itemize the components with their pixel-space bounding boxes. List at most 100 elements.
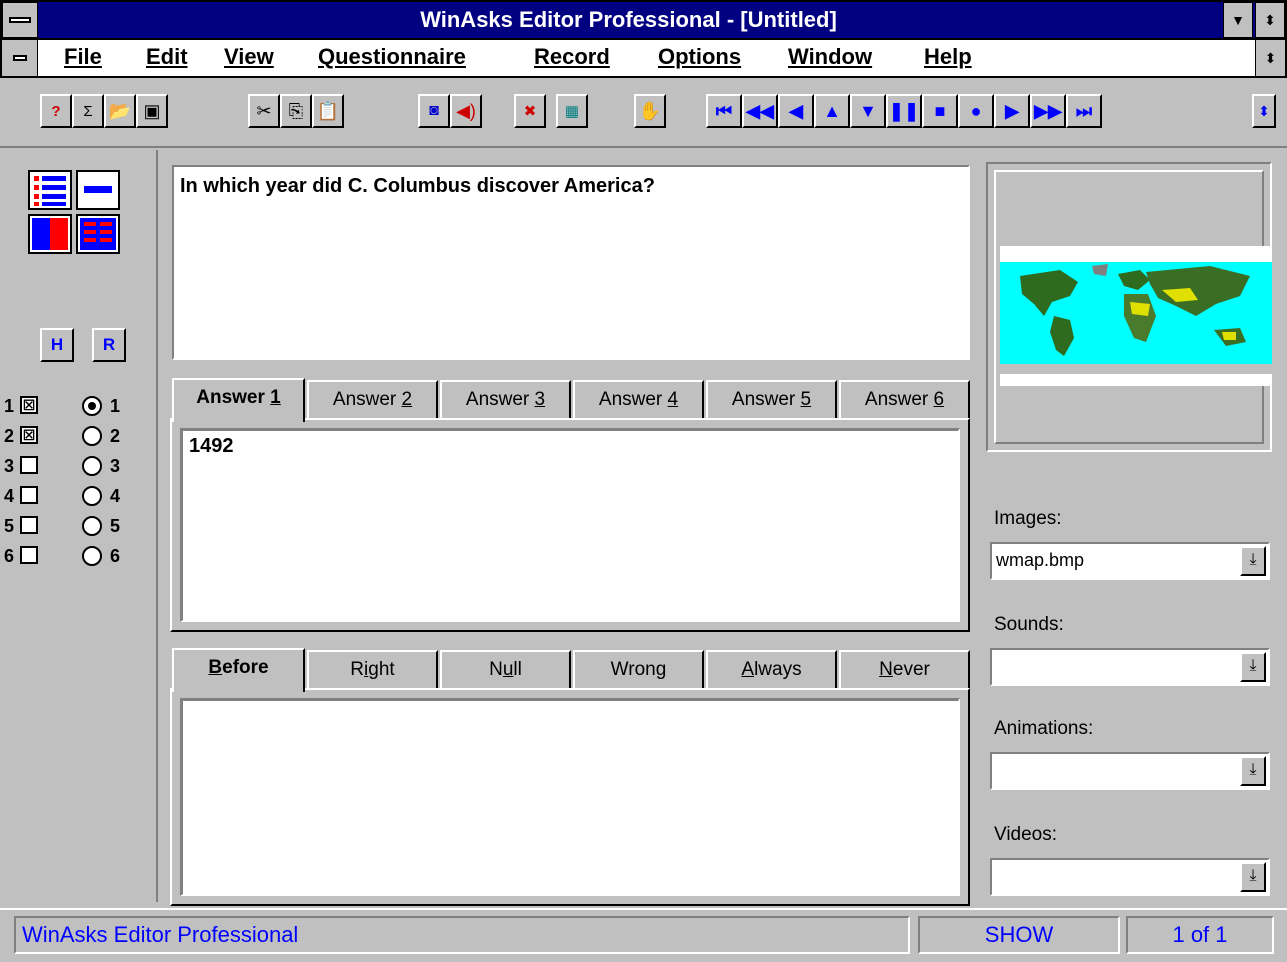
new-question-button[interactable]: ? <box>40 94 72 128</box>
pause-icon: ❚❚ <box>888 100 920 121</box>
rewind-icon: ◀◀ <box>746 100 774 121</box>
option-radio[interactable] <box>82 486 102 506</box>
fast-forward-icon: ▶▶ <box>1034 100 1062 121</box>
hand-button[interactable]: ✋ <box>634 94 666 128</box>
title-bar[interactable]: WinAsks Editor Professional - [Untitled]… <box>0 0 1287 40</box>
option-row: 2 ☒ 2 <box>4 422 144 452</box>
videos-dropdown-button[interactable]: ⤓ <box>1240 862 1266 892</box>
layout-single-button[interactable] <box>76 170 120 210</box>
split-layout-icon <box>32 218 68 250</box>
tab-answer-1[interactable]: Answer 1 <box>172 378 305 422</box>
triangle-down-icon: ▼ <box>1231 12 1245 28</box>
animations-dropdown-button[interactable]: ⤓ <box>1240 756 1266 786</box>
menu-view[interactable]: View <box>224 44 274 70</box>
tab-before[interactable]: Before <box>172 648 305 692</box>
animations-label: Animations: <box>994 718 1094 739</box>
record-button[interactable]: ● <box>958 94 994 128</box>
stop-button[interactable]: ■ <box>922 94 958 128</box>
layout-split-button[interactable] <box>28 214 72 254</box>
correct-checkbox[interactable] <box>20 546 38 564</box>
last-icon: ⏭ <box>1075 100 1093 121</box>
move-up-button[interactable]: ▲ <box>814 94 850 128</box>
cut-button[interactable]: ✂ <box>248 94 280 128</box>
system-menu-button[interactable] <box>2 2 38 38</box>
dropdown-arrow-icon: ⤓ <box>1249 551 1257 568</box>
menu-options[interactable]: Options <box>658 44 741 70</box>
stop-icon: ■ <box>934 100 946 121</box>
play-button[interactable]: ▶ <box>994 94 1030 128</box>
camera-button[interactable]: ◙ <box>418 94 450 128</box>
radio-number: 6 <box>110 546 121 566</box>
tab-right[interactable]: Right <box>307 650 438 690</box>
maximize-button[interactable]: ⬍ <box>1255 2 1285 38</box>
video-button[interactable]: ▦ <box>556 94 588 128</box>
sound-off-button[interactable]: ✖ <box>514 94 546 128</box>
minimize-button[interactable]: ▼ <box>1223 2 1253 38</box>
menu-record[interactable]: Record <box>534 44 610 70</box>
left-panel: H R 1 ☒ 1 2 ☒ 2 3 3 4 4 5 5 6 6 <box>0 150 158 902</box>
correct-checkbox[interactable]: ☒ <box>20 396 38 414</box>
fast-forward-button[interactable]: ▶▶ <box>1030 94 1066 128</box>
previous-button[interactable]: ◀ <box>778 94 814 128</box>
option-radio[interactable] <box>82 426 102 446</box>
document-system-menu-button[interactable] <box>2 40 38 76</box>
correct-checkbox[interactable] <box>20 456 38 474</box>
last-record-button[interactable]: ⏭ <box>1066 94 1102 128</box>
answer-textbox[interactable]: 1492 <box>180 428 960 622</box>
videos-combo[interactable]: ⤓ <box>990 858 1270 896</box>
videos-label: Videos: <box>994 824 1058 845</box>
r-button[interactable]: R <box>92 328 126 362</box>
rewind-button[interactable]: ◀◀ <box>742 94 778 128</box>
cut-icon: ✂ <box>256 100 272 121</box>
images-dropdown-button[interactable]: ⤓ <box>1240 546 1266 576</box>
layout-list-button[interactable] <box>28 170 72 210</box>
new-sum-button[interactable]: Σ <box>72 94 104 128</box>
single-line-icon <box>84 186 112 193</box>
h-button[interactable]: H <box>40 328 74 362</box>
speaker-icon: ◀) <box>456 100 476 121</box>
tab-answer-6[interactable]: Answer 6 <box>839 380 970 420</box>
correct-checkbox[interactable] <box>20 516 38 534</box>
option-radio[interactable] <box>82 516 102 536</box>
restore-icon: ⬍ <box>1264 49 1277 66</box>
copy-button[interactable]: ⎘ <box>280 94 312 128</box>
sounds-dropdown-button[interactable]: ⤓ <box>1240 652 1266 682</box>
open-button[interactable]: 📂 <box>104 94 136 128</box>
menu-window[interactable]: Window <box>788 44 872 70</box>
animations-combo[interactable]: ⤓ <box>990 752 1270 790</box>
first-record-button[interactable]: ⏮ <box>706 94 742 128</box>
option-radio[interactable] <box>82 546 102 566</box>
tab-answer-4[interactable]: Answer 4 <box>573 380 704 420</box>
tab-null[interactable]: Null <box>440 650 571 690</box>
images-combo[interactable]: wmap.bmp ⤓ <box>990 542 1270 580</box>
save-button[interactable]: ▣ <box>136 94 168 128</box>
correct-checkbox[interactable] <box>20 486 38 504</box>
tab-answer-2[interactable]: Answer 2 <box>307 380 438 420</box>
menu-help[interactable]: Help <box>924 44 972 70</box>
tab-never[interactable]: Never <box>839 650 970 690</box>
layout-grid-button[interactable] <box>76 214 120 254</box>
move-down-button[interactable]: ▼ <box>850 94 886 128</box>
tab-always[interactable]: Always <box>706 650 837 690</box>
feedback-textbox[interactable] <box>180 698 960 896</box>
sounds-combo[interactable]: ⤓ <box>990 648 1270 686</box>
menu-file[interactable]: File <box>64 44 102 70</box>
menu-edit[interactable]: Edit <box>146 44 188 70</box>
toolbar-scroll-button[interactable]: ⬍ <box>1252 94 1276 128</box>
tab-answer-5[interactable]: Answer 5 <box>706 380 837 420</box>
dropdown-arrow-icon: ⤓ <box>1249 867 1257 884</box>
status-app-name: WinAsks Editor Professional <box>14 916 910 954</box>
sound-button[interactable]: ◀) <box>450 94 482 128</box>
tab-answer-3[interactable]: Answer 3 <box>440 380 571 420</box>
document-restore-button[interactable]: ⬍ <box>1255 40 1285 76</box>
menu-questionnaire[interactable]: Questionnaire <box>318 44 466 70</box>
option-number: 4 <box>4 486 15 506</box>
new-sum-icon: Σ <box>83 102 93 120</box>
option-radio[interactable] <box>82 396 102 416</box>
tab-wrong[interactable]: Wrong <box>573 650 704 690</box>
pause-button[interactable]: ❚❚ <box>886 94 922 128</box>
question-textbox[interactable]: In which year did C. Columbus discover A… <box>172 165 970 360</box>
option-radio[interactable] <box>82 456 102 476</box>
correct-checkbox[interactable]: ☒ <box>20 426 38 444</box>
paste-button[interactable]: 📋 <box>312 94 344 128</box>
